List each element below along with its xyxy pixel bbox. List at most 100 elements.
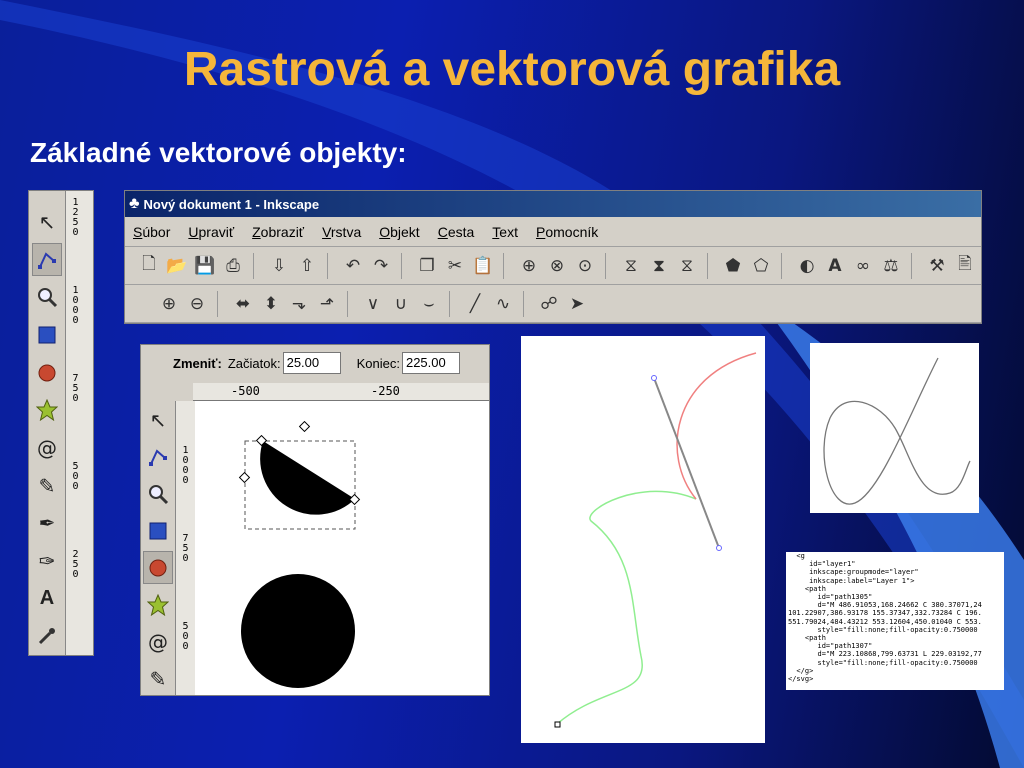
new-document-icon[interactable]: 🗋	[135, 252, 163, 280]
make-curve-icon[interactable]: ∿	[489, 290, 517, 318]
zoom-icon[interactable]	[143, 477, 173, 510]
calligraphy-icon[interactable]: ✑	[32, 544, 62, 578]
selector-arrow-icon[interactable]: ↖	[143, 403, 173, 436]
end-angle-input[interactable]: 225.00	[401, 352, 460, 374]
delete-segment-icon[interactable]: ⬎	[285, 290, 313, 318]
change-label: Zmeniť:	[173, 355, 222, 371]
menu-label: omocník	[545, 223, 599, 240]
pencil-icon[interactable]: ✎	[32, 469, 62, 503]
insert-node-icon[interactable]: ⊕	[155, 290, 183, 318]
zoom-page-icon[interactable]: ⊙	[571, 252, 599, 280]
symmetric-node-icon[interactable]: ⌣	[415, 290, 443, 318]
delete-node-icon[interactable]: ⊖	[183, 290, 211, 318]
menu-item[interactable]: Pomocník	[536, 224, 598, 240]
clone-icon[interactable]: ⧗	[645, 252, 673, 280]
menu-item[interactable]: Objekt	[379, 224, 419, 240]
rectangle-icon[interactable]	[143, 514, 173, 547]
dropper-icon[interactable]	[32, 619, 62, 653]
export-icon[interactable]: ⇧	[293, 252, 321, 280]
print-icon[interactable]: ⎙	[219, 252, 247, 280]
smooth-node-icon[interactable]: ∪	[387, 290, 415, 318]
undo-icon[interactable]: ↶	[339, 252, 367, 280]
duplicate-icon[interactable]: ⧖	[617, 252, 645, 280]
arc-controls: Zmeniť: Začiatok: 25.00 Koniec: 225.00	[141, 345, 489, 381]
align-icon[interactable]: ⚖	[877, 252, 905, 280]
group-icon[interactable]: ⬟	[719, 252, 747, 280]
fill-stroke-icon[interactable]: ◐	[793, 252, 821, 280]
star-icon[interactable]	[143, 588, 173, 621]
join-nodes-icon[interactable]: ⬌	[229, 290, 257, 318]
menu-item[interactable]: Upraviť	[188, 224, 234, 240]
green-bezier-path[interactable]	[556, 490, 697, 725]
red-bezier-segment[interactable]	[676, 352, 757, 500]
ry-handle[interactable]	[298, 420, 311, 433]
arc-canvas[interactable]	[195, 401, 489, 695]
start-angle-input[interactable]: 25.00	[282, 352, 341, 374]
spiral-icon[interactable]: @	[32, 431, 62, 465]
object-to-path-icon[interactable]: ☍	[535, 290, 563, 318]
ellipse-icon[interactable]	[32, 356, 62, 390]
zoom-selection-icon[interactable]: ⊕	[515, 252, 543, 280]
control-point-handle[interactable]	[651, 375, 657, 381]
text-icon[interactable]: A	[32, 582, 62, 616]
cut-icon[interactable]: ✂	[441, 252, 469, 280]
import-icon[interactable]: ⇩	[265, 252, 293, 280]
toolbar-separator	[449, 290, 461, 317]
star-icon[interactable]	[32, 393, 62, 427]
unlink-clone-icon[interactable]: ⧖	[673, 252, 701, 280]
ellipse-icon[interactable]	[143, 551, 173, 585]
xml-line: <path	[788, 634, 826, 643]
full-circle-shape[interactable]	[241, 574, 355, 688]
ungroup-icon[interactable]: ⬠	[747, 252, 775, 280]
bezier-canvas[interactable]	[521, 336, 765, 743]
open-folder-icon[interactable]: 📂	[163, 252, 191, 280]
selector-arrow-icon[interactable]: ↖	[32, 205, 62, 239]
menu-item[interactable]: Súbor	[133, 224, 170, 240]
paste-icon[interactable]: 📋	[469, 252, 497, 280]
pen-icon[interactable]: ✒	[32, 506, 62, 540]
document-properties-icon[interactable]: 🖹	[951, 252, 979, 280]
zoom-icon[interactable]	[32, 280, 62, 314]
xml-editor-icon[interactable]: ∞	[849, 252, 877, 280]
menu-label: esta	[447, 223, 475, 240]
menu-item[interactable]: Vrstva	[322, 224, 361, 240]
spiral-icon[interactable]: @	[143, 625, 173, 658]
arc-end-handle[interactable]	[348, 493, 361, 506]
rectangle-icon[interactable]	[32, 318, 62, 352]
menu-label: obraziť	[260, 223, 305, 240]
arc-segment-shape[interactable]	[260, 441, 355, 515]
xml-line: id="layer1"	[788, 560, 856, 569]
xml-line: inkscape:groupmode="layer"	[788, 568, 919, 577]
start-label: Začiatok:	[227, 355, 281, 371]
break-path-icon[interactable]: ⬏	[313, 290, 341, 318]
xml-line: 551.79024,484.43212 553.12604,450.01040 …	[788, 617, 982, 626]
redo-icon[interactable]: ↷	[367, 252, 395, 280]
inkscape-app-icon: ♣	[129, 195, 140, 212]
cusp-node-icon[interactable]: ∨	[359, 290, 387, 318]
xml-line: 101.22907,386.93178 155.37347,332.73284 …	[788, 609, 982, 618]
menu-item[interactable]: Text	[492, 224, 518, 240]
copy-icon[interactable]: ❐	[413, 252, 441, 280]
arc-drawing	[238, 420, 361, 688]
node-editor-icon[interactable]	[143, 440, 173, 473]
save-icon[interactable]: 💾	[191, 252, 219, 280]
preferences-icon[interactable]: ⚒	[923, 252, 951, 280]
xml-line: <g	[788, 552, 805, 560]
ruler-label: 1000	[180, 445, 191, 485]
node-editor-icon[interactable]	[32, 242, 62, 277]
pencil-icon[interactable]: ✎	[143, 662, 173, 695]
make-line-icon[interactable]: ╱	[461, 290, 489, 318]
end-node-handle[interactable]	[554, 721, 561, 728]
xml-editor-panel: <g id="layer1" inkscape:groupmode="layer…	[786, 552, 1004, 690]
menu-item[interactable]: Zobraziť	[252, 224, 304, 240]
rx-handle[interactable]	[238, 471, 251, 484]
end-label: Koniec:	[356, 355, 400, 371]
control-point-handle[interactable]	[716, 545, 722, 551]
join-segment-icon[interactable]: ⬍	[257, 290, 285, 318]
xml-line: d="M 223.10868,799.63731 L 229.03192,77	[788, 650, 982, 659]
zoom-drawing-icon[interactable]: ⊗	[543, 252, 571, 280]
text-font-icon[interactable]: A	[821, 252, 849, 280]
menu-item[interactable]: Cesta	[438, 224, 475, 240]
freehand-drawing	[823, 357, 971, 505]
stroke-to-path-icon[interactable]: ➤	[563, 290, 591, 318]
